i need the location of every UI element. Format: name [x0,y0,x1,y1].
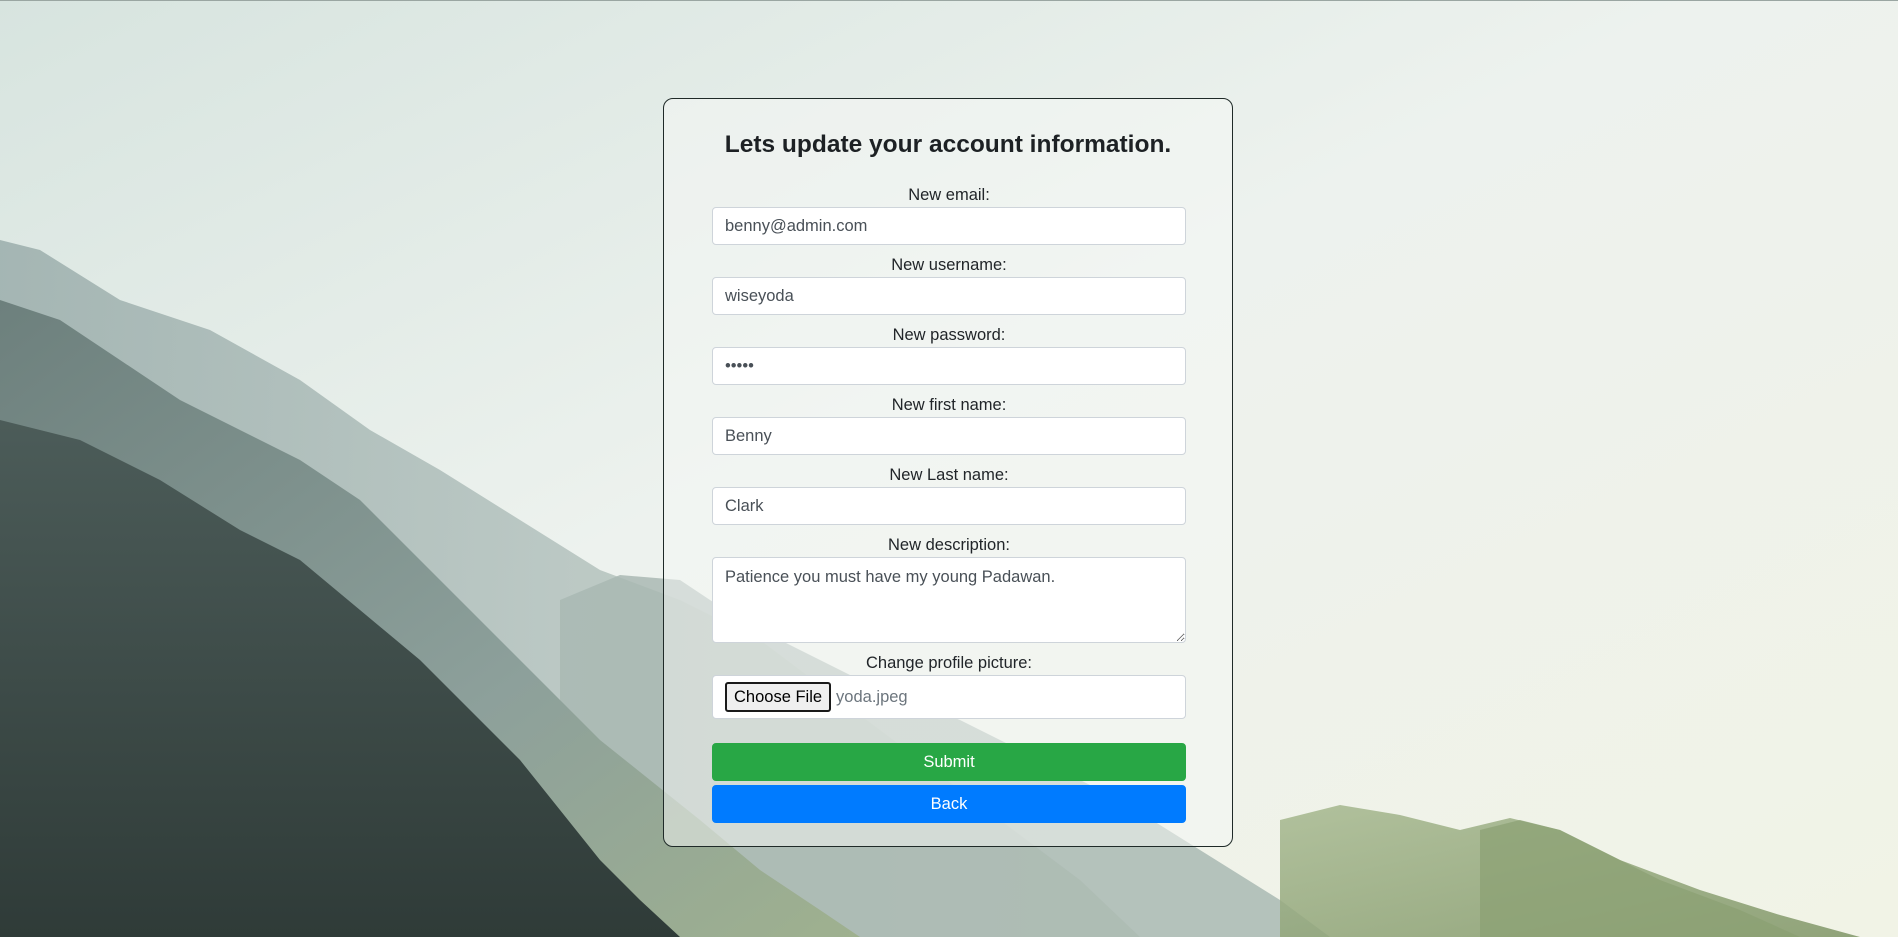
description-textarea[interactable]: Patience you must have my young Padawan. [712,557,1186,643]
back-button[interactable]: Back [712,785,1186,823]
password-field[interactable] [712,347,1186,385]
first-name-field[interactable] [712,417,1186,455]
description-label: New description: [888,536,1010,554]
username-label: New username: [891,256,1007,274]
first-name-label: New first name: [891,396,1007,414]
choose-file-button[interactable]: Choose File [725,682,832,712]
email-field[interactable] [712,207,1186,245]
profile-picture-input[interactable]: Choose File yoda.jpeg [712,675,1186,719]
last-name-label: New Last name: [889,466,1009,484]
password-label: New password: [892,326,1006,344]
submit-button[interactable]: Submit [712,743,1186,781]
profile-picture-label: Change profile picture: [865,654,1032,672]
page-title: Lets update your account information. [724,131,1172,158]
last-name-field[interactable] [712,487,1186,525]
top-border-line [0,0,1898,1]
selected-file-name: yoda.jpeg [836,687,908,706]
username-field[interactable] [712,277,1186,315]
account-update-card: Lets update your account information. Ne… [663,98,1233,847]
email-label: New email: [908,186,990,204]
